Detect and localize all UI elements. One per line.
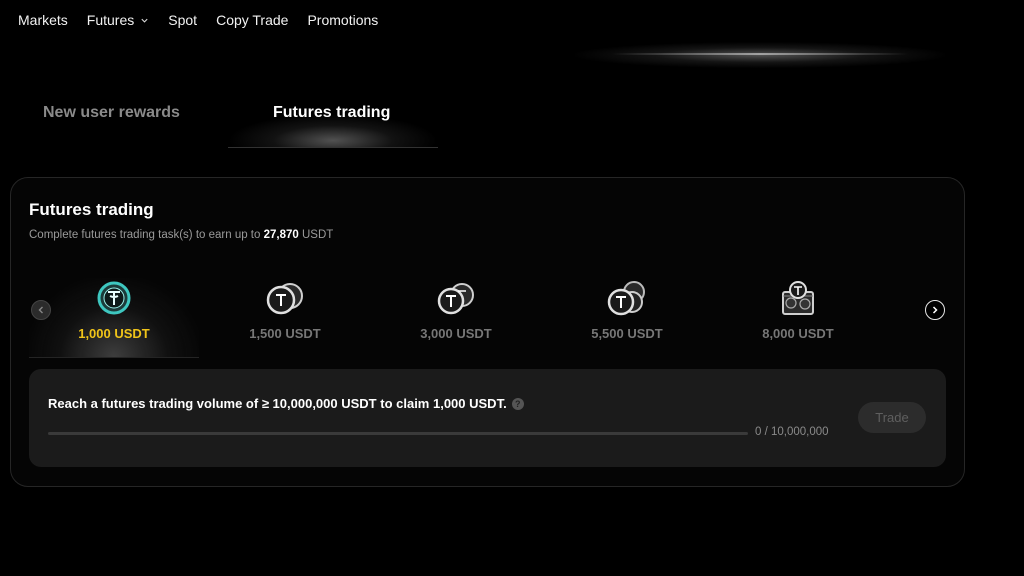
subtitle-prefix: Complete futures trading task(s) to earn…: [29, 229, 264, 241]
tier-amount: 1,000 USDT: [78, 326, 150, 341]
carousel-next-button[interactable]: [925, 300, 945, 320]
tier-amount: 8,000 USDT: [762, 326, 834, 341]
tier-5500[interactable]: 5,500 USDT: [542, 278, 712, 358]
tether-coin-stack-icon: [607, 281, 645, 316]
task-description-text: Reach a futures trading volume of ≥ 10,0…: [48, 396, 507, 411]
top-nav: Markets Futures Spot Copy Trade Promotio…: [18, 12, 378, 28]
nav-copy-trade-label: Copy Trade: [216, 12, 289, 28]
tier-1500[interactable]: 1,500 USDT: [200, 278, 370, 358]
tab-futures-trading[interactable]: Futures trading: [273, 104, 390, 122]
nav-promotions[interactable]: Promotions: [307, 12, 378, 28]
nav-futures[interactable]: Futures: [87, 12, 149, 28]
card-title: Futures trading: [29, 200, 154, 219]
trade-button[interactable]: Trade: [858, 402, 926, 433]
task-progress-label: 0 / 10,000,000: [755, 426, 829, 438]
nav-spot[interactable]: Spot: [168, 12, 197, 28]
tether-coin-pair-icon: [266, 283, 303, 315]
tier-1000[interactable]: 1,000 USDT: [29, 278, 199, 358]
decorative-glow: [575, 42, 945, 68]
chevron-down-icon: [141, 18, 148, 23]
futures-trading-card: Futures trading Complete futures trading…: [10, 177, 965, 487]
nav-spot-label: Spot: [168, 12, 198, 28]
nav-markets-label: Markets: [18, 12, 68, 28]
subtitle-suffix: USDT: [298, 229, 334, 241]
chevron-right-icon: [932, 306, 938, 314]
help-icon[interactable]: ?: [511, 397, 524, 410]
nav-promotions-label: Promotions: [307, 12, 379, 28]
nav-markets[interactable]: Markets: [18, 12, 68, 28]
task-panel: Reach a futures trading volume of ≥ 10,0…: [29, 369, 946, 467]
subtitle-amount: 27,870: [263, 229, 299, 241]
tier-3000[interactable]: 3,000 USDT: [371, 278, 541, 358]
tether-coin-icon: [97, 281, 131, 315]
tier-8000[interactable]: 8,000 USDT: [713, 278, 883, 358]
reward-tabs: New user rewards Futures trading: [0, 104, 470, 148]
task-description: Reach a futures trading volume of ≥ 10,0…: [48, 396, 524, 411]
tab-new-user-rewards[interactable]: New user rewards: [43, 104, 180, 122]
tier-amount: 5,500 USDT: [591, 326, 663, 341]
nav-futures-label: Futures: [86, 12, 135, 28]
tier-amount: 3,000 USDT: [420, 326, 492, 341]
tether-coin-pair-icon: [437, 283, 474, 315]
tier-amount: 1,500 USDT: [249, 326, 321, 341]
nav-copy-trade[interactable]: Copy Trade: [216, 12, 288, 28]
tether-coin-box-icon: [782, 281, 814, 315]
task-progress-bar: [48, 432, 748, 435]
card-subtitle: Complete futures trading task(s) to earn…: [29, 229, 333, 241]
